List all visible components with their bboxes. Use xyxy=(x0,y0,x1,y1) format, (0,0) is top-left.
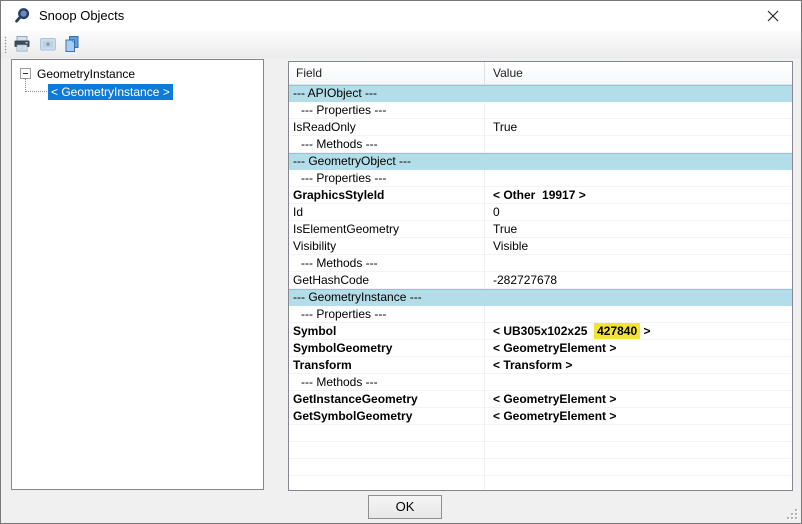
tree-child-label[interactable]: < GeometryInstance > xyxy=(48,84,173,100)
row-field: GetHashCode xyxy=(289,272,484,289)
row-value: < GeometryElement > xyxy=(485,340,792,357)
row-value: -282727678 xyxy=(485,272,792,289)
table-row[interactable]: GraphicsStyleId < Other 19917 > xyxy=(289,187,792,204)
table-row[interactable]: IsElementGeometry True xyxy=(289,221,792,238)
tree-connector xyxy=(25,91,47,92)
row-field: GetSymbolGeometry xyxy=(289,408,484,425)
table-row[interactable]: Symbol < UB305x102x25 427840 > xyxy=(289,323,792,340)
row-field: --- GeometryObject --- xyxy=(289,153,484,170)
close-icon xyxy=(767,10,779,22)
row-value: < GeometryElement > xyxy=(485,408,792,425)
row-field: Symbol xyxy=(289,323,484,340)
table-row[interactable]: --- APIObject --- xyxy=(289,85,792,102)
row-field: --- Methods --- xyxy=(289,136,484,153)
tree-node-root[interactable]: GeometryInstance xyxy=(20,65,135,82)
row-field: SymbolGeometry xyxy=(289,340,484,357)
row-value: 0 xyxy=(485,204,792,221)
toolbar xyxy=(1,31,801,58)
row-field: --- APIObject --- xyxy=(289,85,484,102)
list-body: --- APIObject --- --- Properties --- IsR… xyxy=(289,85,792,490)
table-row[interactable]: --- Properties --- xyxy=(289,306,792,323)
ok-button[interactable]: OK xyxy=(368,495,442,519)
column-header-field[interactable]: Field xyxy=(296,66,322,80)
row-field: IsReadOnly xyxy=(289,119,484,136)
toolbar-grip[interactable] xyxy=(4,36,7,53)
row-value: < UB305x102x25 427840 > xyxy=(485,323,792,340)
app-logo-magnifier-icon xyxy=(14,7,31,24)
column-resize-handle[interactable] xyxy=(484,62,485,84)
tree-root-label[interactable]: GeometryInstance xyxy=(37,67,135,81)
row-field: --- GeometryInstance --- xyxy=(289,289,484,306)
row-value: < GeometryElement > xyxy=(485,391,792,408)
highlighted-value: 427840 xyxy=(594,323,640,339)
table-row[interactable]: --- Methods --- xyxy=(289,255,792,272)
row-field: --- Methods --- xyxy=(289,374,484,391)
snoop-objects-dialog: Snoop Objects xyxy=(0,0,802,524)
row-field: --- Properties --- xyxy=(289,306,484,323)
row-value: True xyxy=(485,221,792,238)
table-row[interactable]: --- Methods --- xyxy=(289,136,792,153)
tree-node-child-selected[interactable]: < GeometryInstance > xyxy=(48,83,173,100)
row-value: Visible xyxy=(485,238,792,255)
copy-icon[interactable] xyxy=(63,35,81,53)
row-value: < Transform > xyxy=(485,357,792,374)
row-field: --- Methods --- xyxy=(289,255,484,272)
row-field: --- Properties --- xyxy=(289,170,484,187)
tree-connector xyxy=(25,78,26,92)
table-row[interactable]: --- GeometryObject --- xyxy=(289,153,792,170)
row-value: < Other 19917 > xyxy=(485,187,792,204)
list-header: Field Value xyxy=(289,62,792,85)
row-field: GetInstanceGeometry xyxy=(289,391,484,408)
table-row[interactable]: --- Methods --- xyxy=(289,374,792,391)
close-button[interactable] xyxy=(753,1,793,30)
row-value: True xyxy=(485,119,792,136)
row-field: --- Properties --- xyxy=(289,102,484,119)
table-row[interactable]: GetSymbolGeometry < GeometryElement > xyxy=(289,408,792,425)
table-row[interactable]: Transform < Transform > xyxy=(289,357,792,374)
table-row[interactable]: IsReadOnly True xyxy=(289,119,792,136)
table-row[interactable]: SymbolGeometry < GeometryElement > xyxy=(289,340,792,357)
table-row[interactable]: --- Properties --- xyxy=(289,102,792,119)
table-row[interactable]: Id 0 xyxy=(289,204,792,221)
row-field: IsElementGeometry xyxy=(289,221,484,238)
table-row[interactable]: GetHashCode -282727678 xyxy=(289,272,792,289)
properties-list-panel: Field Value --- APIObject --- --- Proper… xyxy=(288,61,793,491)
row-field: Id xyxy=(289,204,484,221)
row-field: GraphicsStyleId xyxy=(289,187,484,204)
resize-grip-icon[interactable] xyxy=(785,507,797,519)
column-header-value[interactable]: Value xyxy=(493,66,523,80)
table-row[interactable]: GetInstanceGeometry < GeometryElement > xyxy=(289,391,792,408)
row-field: Transform xyxy=(289,357,484,374)
row-field: Visibility xyxy=(289,238,484,255)
window-title: Snoop Objects xyxy=(39,8,124,23)
table-row[interactable]: --- GeometryInstance --- xyxy=(289,289,792,306)
title-bar: Snoop Objects xyxy=(1,1,801,31)
print-icon[interactable] xyxy=(13,35,31,53)
print-preview-icon[interactable] xyxy=(39,35,57,53)
table-row[interactable]: --- Properties --- xyxy=(289,170,792,187)
table-row[interactable]: Visibility Visible xyxy=(289,238,792,255)
object-tree-panel: GeometryInstance < GeometryInstance > xyxy=(11,59,264,490)
